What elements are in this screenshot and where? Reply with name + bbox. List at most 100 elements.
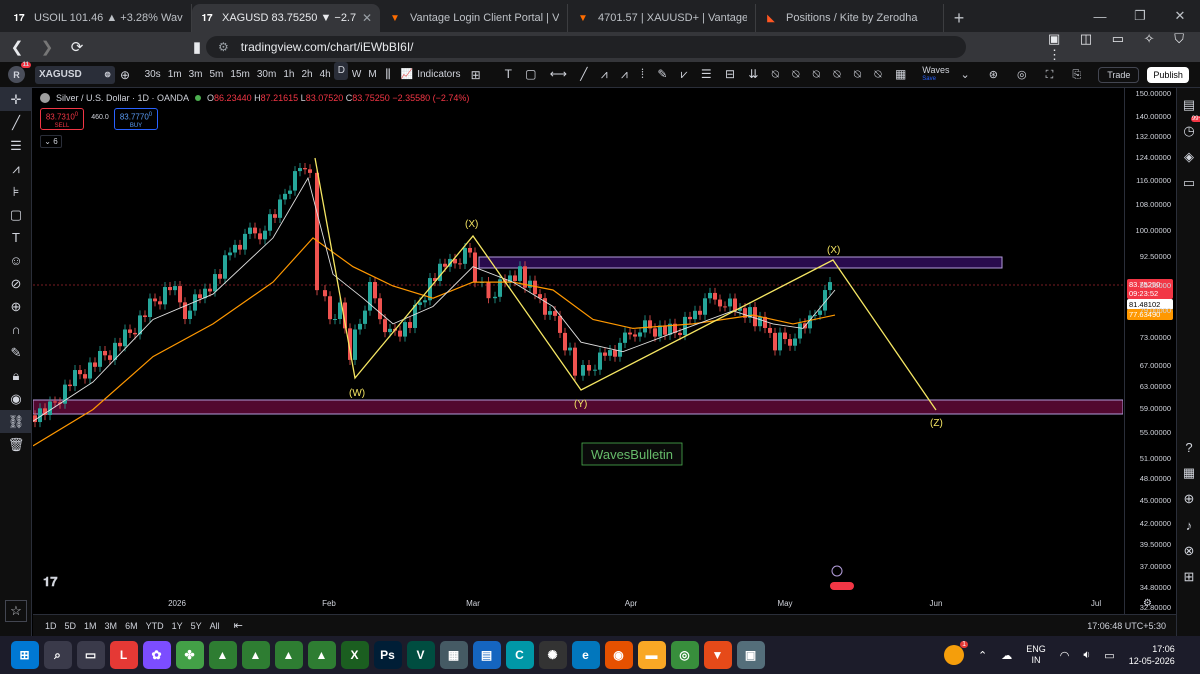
indicators-collapse[interactable]: ⌄ 6 <box>40 135 62 148</box>
browser-tab[interactable]: 𝟏𝟕 USOIL 101.46 ▲ +3.28% Waves <box>4 4 192 32</box>
forward-icon[interactable]: ❯ <box>34 34 60 60</box>
range-1d[interactable]: 1D <box>41 621 61 631</box>
app-l-icon[interactable]: L <box>109 641 138 669</box>
reload-icon[interactable]: ⟳ <box>64 34 90 60</box>
interval-W[interactable]: W <box>348 62 364 88</box>
goto-date-icon[interactable]: ⇤ <box>234 619 243 632</box>
file-explorer-icon[interactable]: ▬ <box>637 641 666 669</box>
pattern-icon[interactable]: ⩘ <box>0 157 32 180</box>
range-3m[interactable]: 3M <box>101 621 122 631</box>
resistance-zone[interactable] <box>478 256 1003 269</box>
hotlist-icon[interactable]: ⊗ <box>1177 538 1200 564</box>
drawing-quick-tools[interactable]: T ▢ ⟷ ╱ ⩘ ⩘ ⦙ ✎ ⩗ ☰ ⊟ ⇊ ⍉ ⍉ ⍉ ⍉ ⍉ ⍉ ▦ <box>500 62 917 88</box>
trend-line-icon[interactable]: ╱ <box>0 111 32 134</box>
link-icon[interactable]: ⛓ <box>0 410 32 433</box>
symbol-search[interactable]: XAGUSD ⊜ <box>35 65 115 84</box>
zoom-in-icon[interactable]: ⊕ <box>0 295 32 318</box>
calendar-app-icon[interactable]: ▤ <box>472 641 501 669</box>
avatar[interactable]: R 11 <box>8 62 31 83</box>
wifi-icon[interactable]: ◠ <box>1060 649 1070 662</box>
site-settings-icon[interactable]: ⚙ <box>218 40 229 54</box>
publish-button[interactable]: Publish <box>1147 66 1189 83</box>
toolbar-right-icons[interactable]: ⌄ ⊛ ◎ ⛶ ⎘ <box>955 62 1094 88</box>
range-ytd[interactable]: YTD <box>142 621 168 631</box>
copilot-icon[interactable]: ✿ <box>142 641 171 669</box>
interval-1h[interactable]: 1h <box>280 62 298 88</box>
icons-tool-icon[interactable]: ☺ <box>0 249 32 272</box>
volume-icon[interactable]: 🔉︎ <box>1083 649 1090 662</box>
clock[interactable]: 17:06 12-05-2026 <box>1129 643 1175 667</box>
price-axis[interactable]: 83.75250 09:23:52 81.48102 77.63490 ⚙ 150.0… <box>1124 88 1176 614</box>
text-tool-icon[interactable]: T <box>0 226 32 249</box>
trade-button[interactable]: Trade <box>1098 66 1140 83</box>
hide-drawings-icon[interactable]: ◉ <box>0 387 32 410</box>
close-window-icon[interactable]: ✕ <box>1160 0 1200 32</box>
interval-5m[interactable]: 5m <box>206 62 227 88</box>
notification-app-icon[interactable]: 1 <box>944 641 968 665</box>
interval-30m[interactable]: 30m <box>253 62 279 88</box>
alerts-clock-icon[interactable]: ◷99+ <box>1177 116 1200 144</box>
close-tab-icon[interactable]: ✕ <box>362 11 372 25</box>
app-window-icon[interactable]: ▣ <box>736 641 765 669</box>
calculator-icon[interactable]: ▦ <box>439 641 468 669</box>
interval-15m[interactable]: 15m <box>227 62 253 88</box>
firefox-icon[interactable]: ◉ <box>604 641 633 669</box>
earnings-markers-icon[interactable] <box>830 582 854 590</box>
notifications-icon[interactable]: ♪ <box>1177 512 1200 538</box>
sell-button[interactable]: 83.73100 SELL <box>40 108 84 130</box>
event-marker-icon[interactable] <box>831 565 843 577</box>
crosshair-icon[interactable]: ✛ <box>0 88 32 111</box>
app-tree-icon-3[interactable]: ▲ <box>274 641 303 669</box>
range-all[interactable]: All <box>206 621 224 631</box>
lock-drawings-pencil-icon[interactable]: ✎ <box>0 341 32 364</box>
app-c-icon[interactable]: C <box>505 641 534 669</box>
indicators-button[interactable]: 📈 Indicators <box>396 62 466 88</box>
more-panels-icon[interactable]: ⊞ <box>1177 564 1200 590</box>
range-1m[interactable]: 1M <box>80 621 101 631</box>
omnibox[interactable]: ⚙ tradingview.com/chart/iEWbBI6I/ <box>206 36 966 58</box>
interval-4h[interactable]: 4h <box>316 62 334 88</box>
layout-name[interactable]: Waves Save <box>922 65 949 84</box>
language-indicator[interactable]: ENG IN <box>1026 644 1046 666</box>
price-chart[interactable]: (W) (X) (Y) (X) (Z) WavesBulletin 2026 Fe… <box>33 88 1123 636</box>
watchlist-icon[interactable]: ▤ <box>1177 92 1200 118</box>
lock-icon[interactable]: 🔒︎ <box>0 364 32 387</box>
back-icon[interactable]: ❮ <box>4 34 30 60</box>
photoshop-icon[interactable]: Ps <box>373 641 402 669</box>
edge-icon[interactable]: e <box>571 641 600 669</box>
interval-2h[interactable]: 2h <box>298 62 316 88</box>
layers-icon[interactable]: ◈ <box>1177 144 1200 170</box>
search-icon[interactable]: ⌕ <box>43 641 72 669</box>
magnet-icon[interactable]: ∩ <box>0 318 32 341</box>
windows-start-icon[interactable]: ⊞ <box>10 641 39 669</box>
ruler-icon[interactable]: ⊘ <box>0 272 32 295</box>
app-tree-icon-1[interactable]: ▲ <box>208 641 237 669</box>
fib-icon[interactable]: ☰ <box>0 134 32 157</box>
chat-icon[interactable]: ▭ <box>1177 170 1200 196</box>
trash-icon[interactable]: 🗑︎ <box>0 433 32 456</box>
templates-icon[interactable]: ⊞ <box>466 62 486 88</box>
chatgpt-icon[interactable]: ✺ <box>538 641 567 669</box>
calendar-icon[interactable]: ▦ <box>1177 460 1200 486</box>
browser-tab[interactable]: ▼ Vantage Login Client Portal | Vantage <box>380 4 568 32</box>
browser-extensions[interactable]: ▣ ◫ ▭ ✧ ⛉ ⋮ <box>1048 31 1200 63</box>
forecast-icon[interactable]: ⊧ <box>0 180 32 203</box>
add-widget-icon[interactable]: ⊕ <box>1177 486 1200 512</box>
interval-1m[interactable]: 1m <box>164 62 185 88</box>
favorites-star-icon[interactable]: ☆ <box>5 600 27 622</box>
interval-D[interactable]: D <box>334 61 349 80</box>
maximize-icon[interactable]: ❐ <box>1120 0 1160 32</box>
chart-type-icon[interactable]: ⫼ <box>380 62 396 88</box>
app-tree-icon-4[interactable]: ▲ <box>307 641 336 669</box>
buy-button[interactable]: 83.77700 BUY <box>114 108 158 130</box>
app-tree-icon-2[interactable]: ▲ <box>241 641 270 669</box>
help-icon[interactable]: ? <box>1177 434 1200 460</box>
task-view-icon[interactable]: ▭ <box>76 641 105 669</box>
chrome-icon[interactable]: ◎ <box>670 641 699 669</box>
app-puzzle-icon[interactable]: ✤ <box>175 641 204 669</box>
browser-tab[interactable]: ◣ Positions / Kite by Zerodha <box>756 4 944 32</box>
interval-3m[interactable]: 3m <box>185 62 206 88</box>
tray-chevron-icon[interactable]: ⌃ <box>978 649 987 662</box>
minimize-icon[interactable]: — <box>1080 0 1120 32</box>
compare-add-icon[interactable]: ⊕ <box>115 62 135 88</box>
